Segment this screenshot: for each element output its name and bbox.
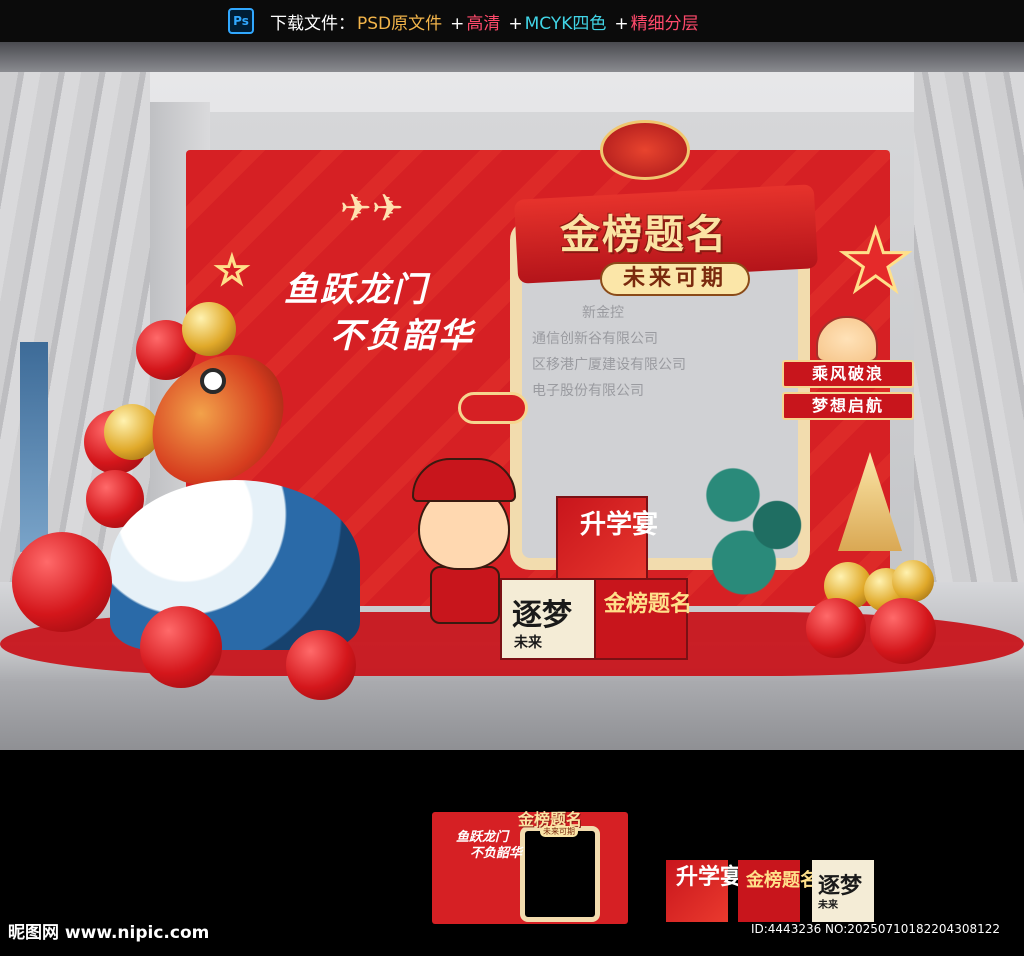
box-zhumeng-subtext: 未来 bbox=[514, 635, 542, 651]
image-id-line: ID:4443236 NO:20250710182204308122 bbox=[750, 922, 1000, 936]
download-info-text: 下载文件： PSD原文件 + 高清 + MCYK四色 + 精细分层 bbox=[270, 9, 701, 34]
download-label: 下载文件： bbox=[270, 14, 355, 34]
photoshop-icon: Ps bbox=[228, 8, 254, 34]
download-info-bar: Ps 下载文件： PSD原文件 + 高清 + MCYK四色 + 精细分层 bbox=[0, 0, 1024, 42]
mcyk-label: MCYK四色 bbox=[524, 14, 607, 34]
plus-sign: + bbox=[614, 14, 629, 34]
hd-label: 高清 bbox=[466, 14, 501, 34]
star-icon: ☆ bbox=[213, 247, 251, 295]
box-shengxueyan-text: 升学宴 bbox=[580, 510, 659, 540]
mascot-body bbox=[430, 566, 500, 624]
right-pillar bbox=[914, 72, 1024, 592]
balloon-red bbox=[806, 598, 866, 658]
main-title: 金榜题名 bbox=[560, 212, 728, 258]
pine-tree-icon bbox=[700, 450, 810, 600]
balloon-gold bbox=[182, 302, 236, 356]
balloon-red bbox=[286, 630, 356, 700]
background-sign-text: 通信创新谷有限公司 bbox=[532, 331, 658, 347]
preview-tile-jinbang-text: 金榜题名 bbox=[746, 870, 818, 891]
left-window bbox=[20, 342, 48, 552]
koi-eye bbox=[200, 368, 226, 394]
balloon-red bbox=[140, 606, 222, 688]
background-sign-text: 区移港广厦建设有限公司 bbox=[532, 357, 686, 373]
psd-label: PSD原文件 bbox=[357, 14, 443, 34]
preview-frame-opening bbox=[520, 826, 600, 922]
ceiling bbox=[0, 42, 1024, 72]
background-sign-text: 新金控 bbox=[582, 305, 624, 321]
plus-sign: + bbox=[508, 14, 523, 34]
box-zhumeng-text: 逐梦 bbox=[512, 598, 572, 633]
balloon-red bbox=[12, 532, 112, 632]
big-star-icon: ★ bbox=[836, 211, 914, 312]
preview-tile-shengxueyan-text: 升学宴 bbox=[676, 865, 743, 890]
balloon-gold bbox=[892, 560, 934, 602]
site-watermark: 昵图网 www.nipic.com bbox=[8, 923, 210, 943]
tag-chengfeng: 乘风破浪 bbox=[782, 360, 914, 388]
tag-mengxiang: 梦想启航 bbox=[782, 392, 914, 420]
balloon-red bbox=[870, 598, 936, 664]
plus-sign: + bbox=[450, 14, 465, 34]
subtitle-pill: 未来可期 bbox=[600, 262, 750, 296]
bird-icon: ✈✈ bbox=[340, 186, 404, 230]
layers-label: 精细分层 bbox=[630, 14, 699, 34]
slogan-line-1: 鱼跃龙门 bbox=[284, 270, 428, 310]
box-jinbang-text: 金榜题名 bbox=[604, 592, 693, 617]
background-sign-text: 电子股份有限公司 bbox=[532, 383, 644, 399]
preview-slogan-2: 不负韶华 bbox=[470, 846, 523, 861]
preview-subtitle: 未来可期 bbox=[540, 826, 578, 837]
preview-tile-zhumeng-subtext: 未来 bbox=[818, 900, 838, 911]
slogan-line-2: 不负韶华 bbox=[330, 316, 474, 356]
box-jinbang bbox=[594, 578, 688, 660]
mascot-hat-icon bbox=[412, 458, 516, 502]
cloud-icon bbox=[458, 392, 528, 424]
drum-icon bbox=[600, 120, 690, 180]
